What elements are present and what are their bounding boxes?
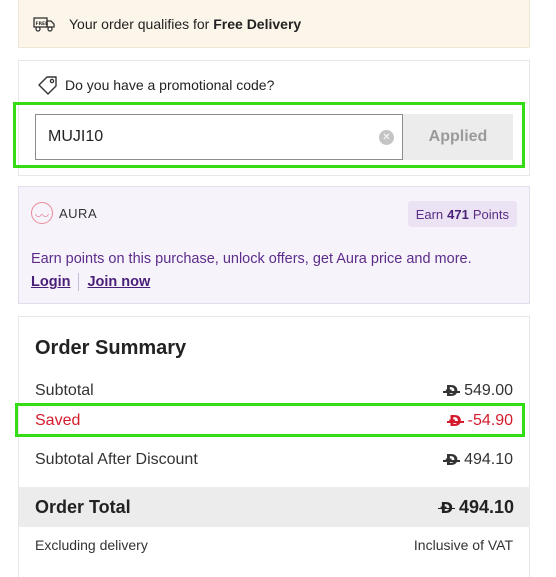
earn-prefix: Earn — [415, 206, 444, 222]
saved-highlight-frame — [15, 403, 525, 437]
currency-symbol: Đ — [443, 382, 460, 400]
order-total-label: Order Total — [35, 496, 131, 517]
free-delivery-emphasis: Free Delivery — [213, 15, 302, 32]
svg-text:FREE: FREE — [36, 21, 49, 27]
subtotal-amount: Đ 549.00 — [443, 382, 513, 400]
promo-question: Do you have a promotional code? — [37, 75, 274, 95]
applied-button[interactable]: Applied — [403, 114, 513, 160]
subtotal-value: 549.00 — [464, 382, 513, 399]
subtotal-after-discount-amount: Đ 494.10 — [443, 451, 513, 469]
aura-description: Earn points on this purchase, unlock off… — [31, 251, 472, 267]
currency-symbol: Đ — [438, 498, 455, 517]
order-total-amount: Đ 494.10 — [438, 496, 514, 518]
subtotal-after-discount-value: 494.10 — [464, 451, 513, 468]
link-divider — [78, 273, 80, 291]
currency-symbol: Đ — [443, 451, 460, 469]
excluding-delivery-note: Excluding delivery — [35, 537, 148, 553]
order-total-notes: Excluding delivery Inclusive of VAT — [35, 537, 513, 553]
order-summary-card: Order Summary Subtotal Đ 549.00 Saved Đ -5… — [18, 316, 530, 577]
earn-points-value: 471 — [447, 206, 469, 222]
free-delivery-banner: FREE Your order qualifies for Free Deliv… — [18, 0, 530, 48]
price-tag-icon — [37, 75, 59, 95]
aura-logo: ◡◡ AURA — [31, 202, 97, 224]
vat-note: Inclusive of VAT — [413, 537, 513, 553]
delivery-message: Your order qualifies for Free Delivery — [69, 15, 302, 32]
aura-logo-icon: ◡◡ — [31, 202, 53, 224]
aura-loyalty-card: ◡◡ AURA Earn 471 Points Earn points on t… — [18, 186, 530, 304]
earn-suffix: Points — [472, 206, 509, 222]
clear-icon[interactable]: ✕ — [379, 130, 394, 145]
aura-links: Login Join now — [31, 273, 150, 291]
subtotal-label: Subtotal — [35, 382, 94, 399]
order-summary-title: Order Summary — [35, 337, 187, 359]
login-link[interactable]: Login — [31, 274, 70, 290]
promo-question-label: Do you have a promotional code? — [65, 77, 275, 93]
join-now-link[interactable]: Join now — [87, 274, 150, 290]
promo-code-value: MUJI10 — [48, 128, 104, 145]
earn-points-badge: Earn 471 Points — [407, 201, 517, 227]
subtotal-row: Subtotal Đ 549.00 — [35, 382, 513, 400]
order-total-value: 494.10 — [458, 496, 514, 517]
aura-brand: AURA — [59, 205, 98, 221]
promo-code-input[interactable]: MUJI10 ✕ — [35, 114, 403, 160]
subtotal-after-discount-row: Subtotal After Discount Đ 494.10 — [35, 451, 513, 469]
free-delivery-truck-icon: FREE — [33, 15, 55, 33]
order-total-bar: Order Total Đ 494.10 — [19, 487, 530, 527]
subtotal-after-discount-label: Subtotal After Discount — [35, 451, 198, 468]
